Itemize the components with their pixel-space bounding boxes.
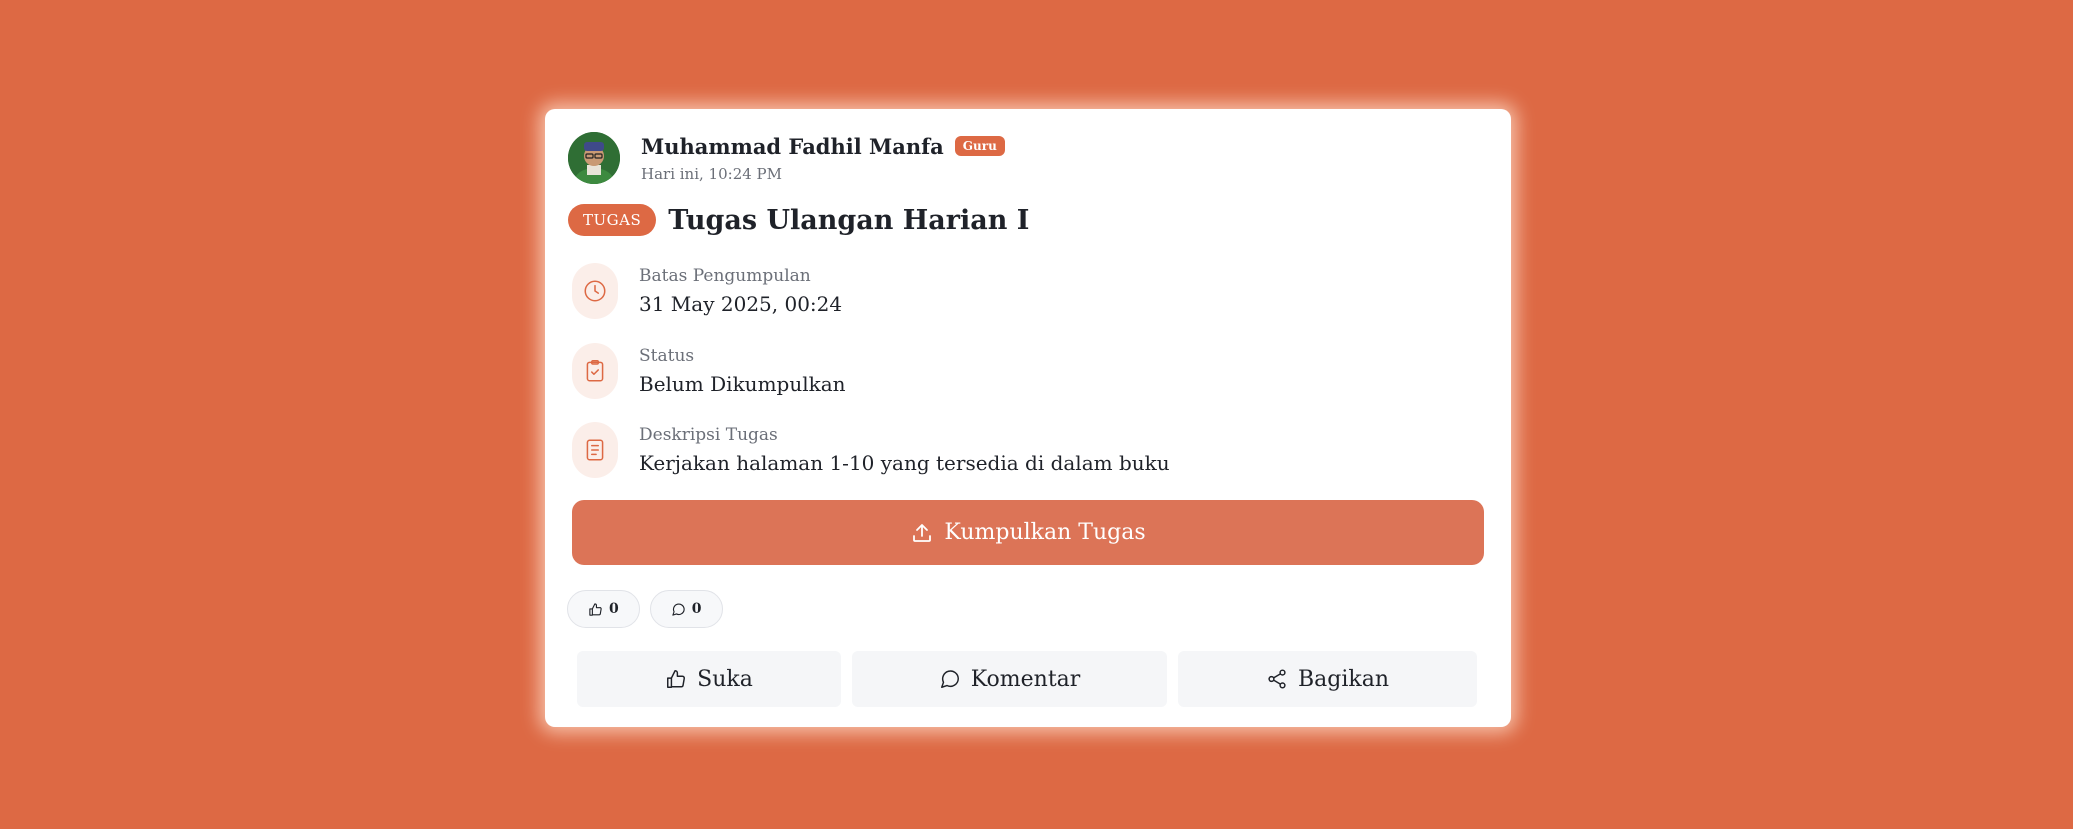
comment-count-pill[interactable]: 0 [649, 590, 723, 628]
clock-icon [572, 263, 618, 319]
thumbs-up-icon [589, 602, 602, 616]
deadline-text: Batas Pengumpulan 31 May 2025, 00:24 [639, 266, 842, 316]
share-button[interactable]: Bagikan [1178, 651, 1477, 707]
author-block: Muhammad Fadhil Manfa Guru Hari ini, 10:… [641, 134, 1005, 183]
submit-task-button[interactable]: Kumpulkan Tugas [572, 500, 1484, 565]
comment-button-label: Komentar [970, 666, 1081, 692]
avatar[interactable] [568, 132, 620, 184]
description-value: Kerjakan halaman 1-10 yang tersedia di d… [639, 451, 1170, 475]
author-row: Muhammad Fadhil Manfa Guru [641, 134, 1005, 159]
share-button-label: Bagikan [1297, 666, 1390, 692]
deadline-row: Batas Pengumpulan 31 May 2025, 00:24 [572, 263, 842, 319]
share-icon [1268, 669, 1286, 689]
comment-button[interactable]: Komentar [852, 651, 1167, 707]
assignment-post-card: Muhammad Fadhil Manfa Guru Hari ini, 10:… [545, 109, 1511, 727]
status-value: Belum Dikumpulkan [639, 372, 846, 396]
task-title-row: TUGAS Tugas Ulangan Harian I [568, 204, 1029, 236]
status-text: Status Belum Dikumpulkan [639, 346, 846, 396]
status-row: Status Belum Dikumpulkan [572, 343, 846, 399]
description-row: Deskripsi Tugas Kerjakan halaman 1-10 ya… [572, 422, 1170, 478]
document-icon [572, 422, 618, 478]
description-text: Deskripsi Tugas Kerjakan halaman 1-10 ya… [639, 425, 1170, 475]
post-time: Hari ini, 10:24 PM [641, 164, 782, 183]
task-title: Tugas Ulangan Harian I [668, 204, 1030, 236]
deadline-label: Batas Pengumpulan [639, 266, 811, 286]
reaction-counters: 0 0 [567, 590, 733, 628]
upload-icon [913, 523, 932, 542]
action-bar: Suka Komentar Bagikan [577, 651, 1477, 707]
thumbs-up-icon [667, 670, 686, 688]
status-label: Status [639, 346, 695, 366]
like-button[interactable]: Suka [577, 651, 841, 707]
like-count: 0 [609, 601, 619, 617]
deadline-value: 31 May 2025, 00:24 [639, 292, 843, 316]
clipboard-check-icon [572, 343, 618, 399]
submit-task-label: Kumpulkan Tugas [944, 520, 1146, 545]
like-button-label: Suka [697, 666, 753, 692]
comment-icon [940, 670, 959, 688]
post-header: Muhammad Fadhil Manfa Guru Hari ini, 10:… [568, 132, 1005, 184]
task-type-badge: TUGAS [568, 204, 657, 236]
description-label: Deskripsi Tugas [639, 425, 778, 445]
comment-count: 0 [691, 601, 702, 617]
comment-icon [672, 603, 685, 616]
like-count-pill[interactable]: 0 [567, 590, 640, 628]
role-badge: Guru [954, 136, 1005, 156]
author-name[interactable]: Muhammad Fadhil Manfa [641, 134, 944, 159]
